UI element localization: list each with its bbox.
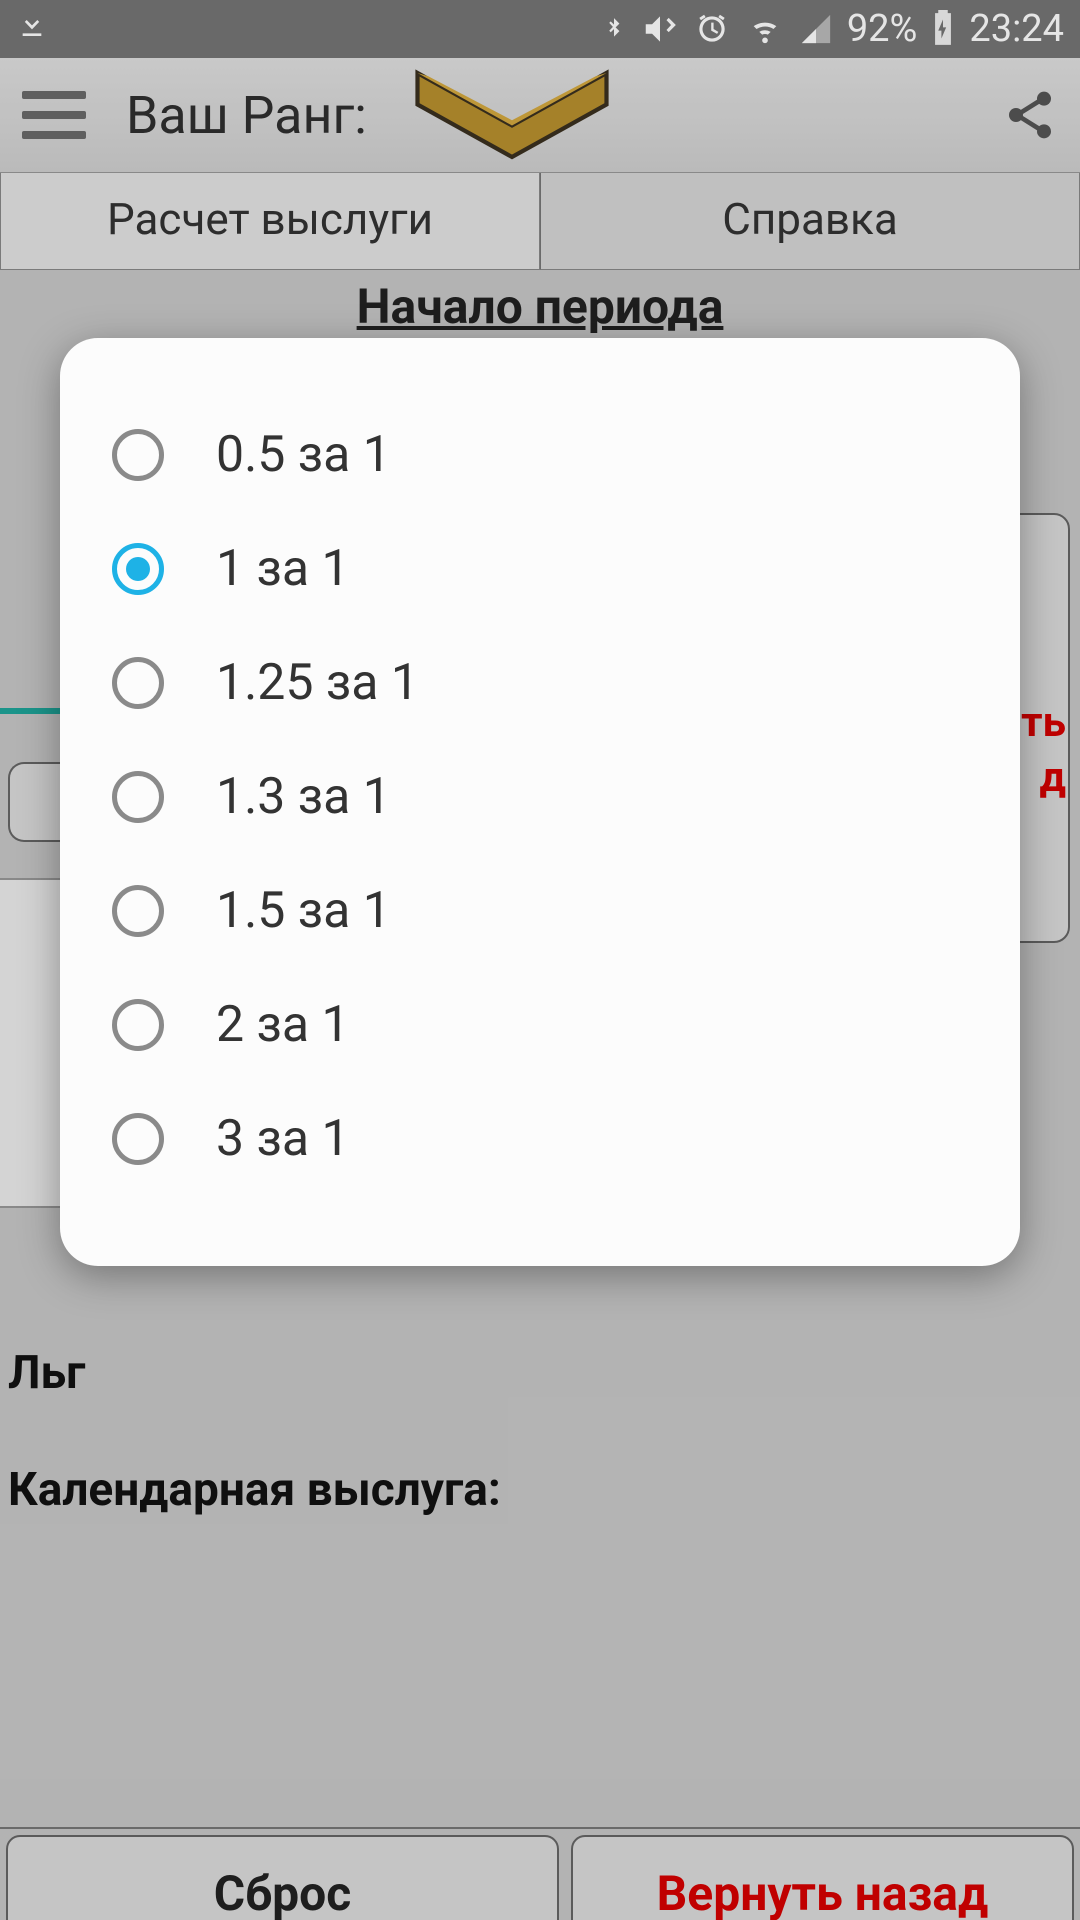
undo-button[interactable]: Вернуть назад (571, 1835, 1074, 1920)
battery-icon (931, 10, 955, 48)
app-title: Ваш Ранг: (126, 85, 367, 146)
period-start-label: Начало периода (0, 278, 1080, 335)
clock-text: 23:24 (969, 7, 1064, 51)
tabs: Расчет выслуги Справка (0, 173, 1080, 270)
bottom-bar: Сброс Вернуть назад (0, 1827, 1080, 1920)
wifi-icon (745, 12, 785, 46)
option-3[interactable]: 3 за 1 (112, 1082, 980, 1196)
option-1-5[interactable]: 1.5 за 1 (112, 854, 980, 968)
signal-icon (799, 12, 833, 46)
mute-icon (641, 10, 679, 48)
rank-badge-icon (407, 65, 617, 165)
radio-icon (112, 771, 164, 823)
share-icon[interactable] (1002, 87, 1058, 143)
bluetooth-icon (601, 10, 627, 48)
option-label: 2 за 1 (216, 996, 350, 1054)
status-bar: 92% 23:24 (0, 0, 1080, 58)
option-0-5[interactable]: 0.5 за 1 (112, 398, 980, 512)
radio-icon (112, 999, 164, 1051)
app-bar: Ваш Ранг: (0, 58, 1080, 173)
option-label: 1 за 1 (216, 540, 350, 598)
download-icon (16, 9, 48, 53)
option-label: 3 за 1 (216, 1110, 350, 1168)
option-label: 0.5 за 1 (216, 426, 391, 484)
option-label: 1.3 за 1 (216, 768, 391, 826)
coefficient-dialog: 0.5 за 1 1 за 1 1.25 за 1 1.3 за 1 1.5 з… (60, 338, 1020, 1266)
battery-percent: 92% (847, 7, 918, 51)
preferential-label-partial: Льг (0, 1346, 1080, 1400)
calendar-service-label: Календарная выслуга: (0, 1463, 1080, 1517)
radio-selected-icon (112, 543, 164, 595)
option-1[interactable]: 1 за 1 (112, 512, 980, 626)
option-label: 1.5 за 1 (216, 882, 391, 940)
menu-icon[interactable] (22, 91, 86, 139)
option-2[interactable]: 2 за 1 (112, 968, 980, 1082)
option-1-25[interactable]: 1.25 за 1 (112, 626, 980, 740)
reset-button[interactable]: Сброс (6, 1835, 559, 1920)
partial-box (8, 762, 68, 842)
radio-icon (112, 885, 164, 937)
radio-icon (112, 1113, 164, 1165)
partial-red-text: тьд (1021, 696, 1066, 805)
radio-icon (112, 429, 164, 481)
radio-icon (112, 657, 164, 709)
tab-calculation[interactable]: Расчет выслуги (0, 173, 540, 270)
option-label: 1.25 за 1 (216, 654, 419, 712)
tab-help[interactable]: Справка (540, 173, 1080, 270)
alarm-icon (693, 10, 731, 48)
option-1-3[interactable]: 1.3 за 1 (112, 740, 980, 854)
